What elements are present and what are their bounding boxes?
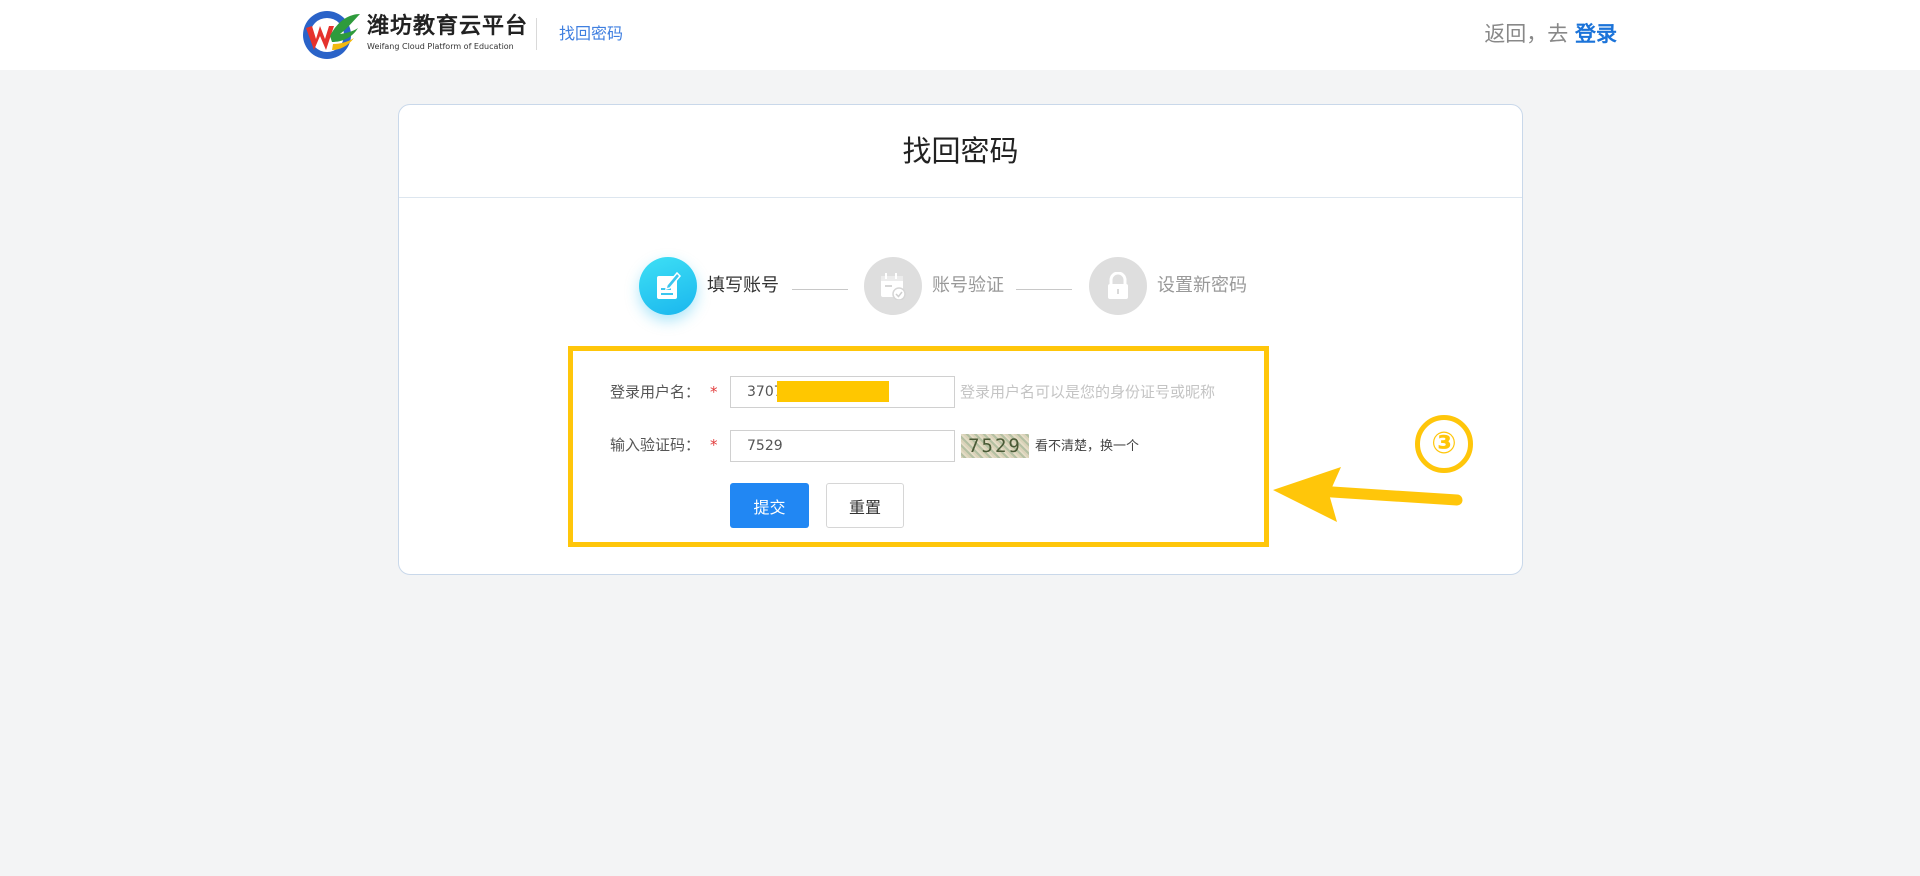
- step-circle-2: [864, 257, 922, 315]
- top-header: 潍坊教育云平台 Weifang Cloud Platform of Educat…: [0, 0, 1920, 70]
- step-circle-1: [639, 257, 697, 315]
- weifang-logo: [303, 11, 360, 59]
- brand: 潍坊教育云平台 Weifang Cloud Platform of Educat…: [367, 13, 528, 52]
- step-label-1: 填写账号: [707, 275, 779, 296]
- lock-icon: [1108, 272, 1128, 299]
- login-link[interactable]: 登录: [1575, 22, 1617, 46]
- annotation-highlight-box: [568, 346, 1269, 547]
- header-login-area: 返回，去 登录: [1484, 20, 1617, 48]
- edit-document-icon: [657, 272, 681, 299]
- step-label-2: 账号验证: [932, 275, 1004, 296]
- step-label-3: 设置新密码: [1157, 275, 1247, 296]
- back-text: 返回，去: [1484, 22, 1569, 46]
- card-title: 找回密码: [399, 105, 1522, 198]
- step-circle-3: [1089, 257, 1147, 315]
- brand-name-en: Weifang Cloud Platform of Education: [367, 42, 514, 51]
- header-subtitle: 找回密码: [559, 24, 624, 43]
- step-connector-1: [792, 289, 848, 290]
- step-connector-2: [1016, 289, 1072, 290]
- header-divider: [536, 18, 537, 50]
- brand-name-cn: 潍坊教育云平台: [367, 14, 529, 39]
- annotation-arrow-icon: [1273, 467, 1463, 522]
- calendar-check-icon: [881, 273, 906, 300]
